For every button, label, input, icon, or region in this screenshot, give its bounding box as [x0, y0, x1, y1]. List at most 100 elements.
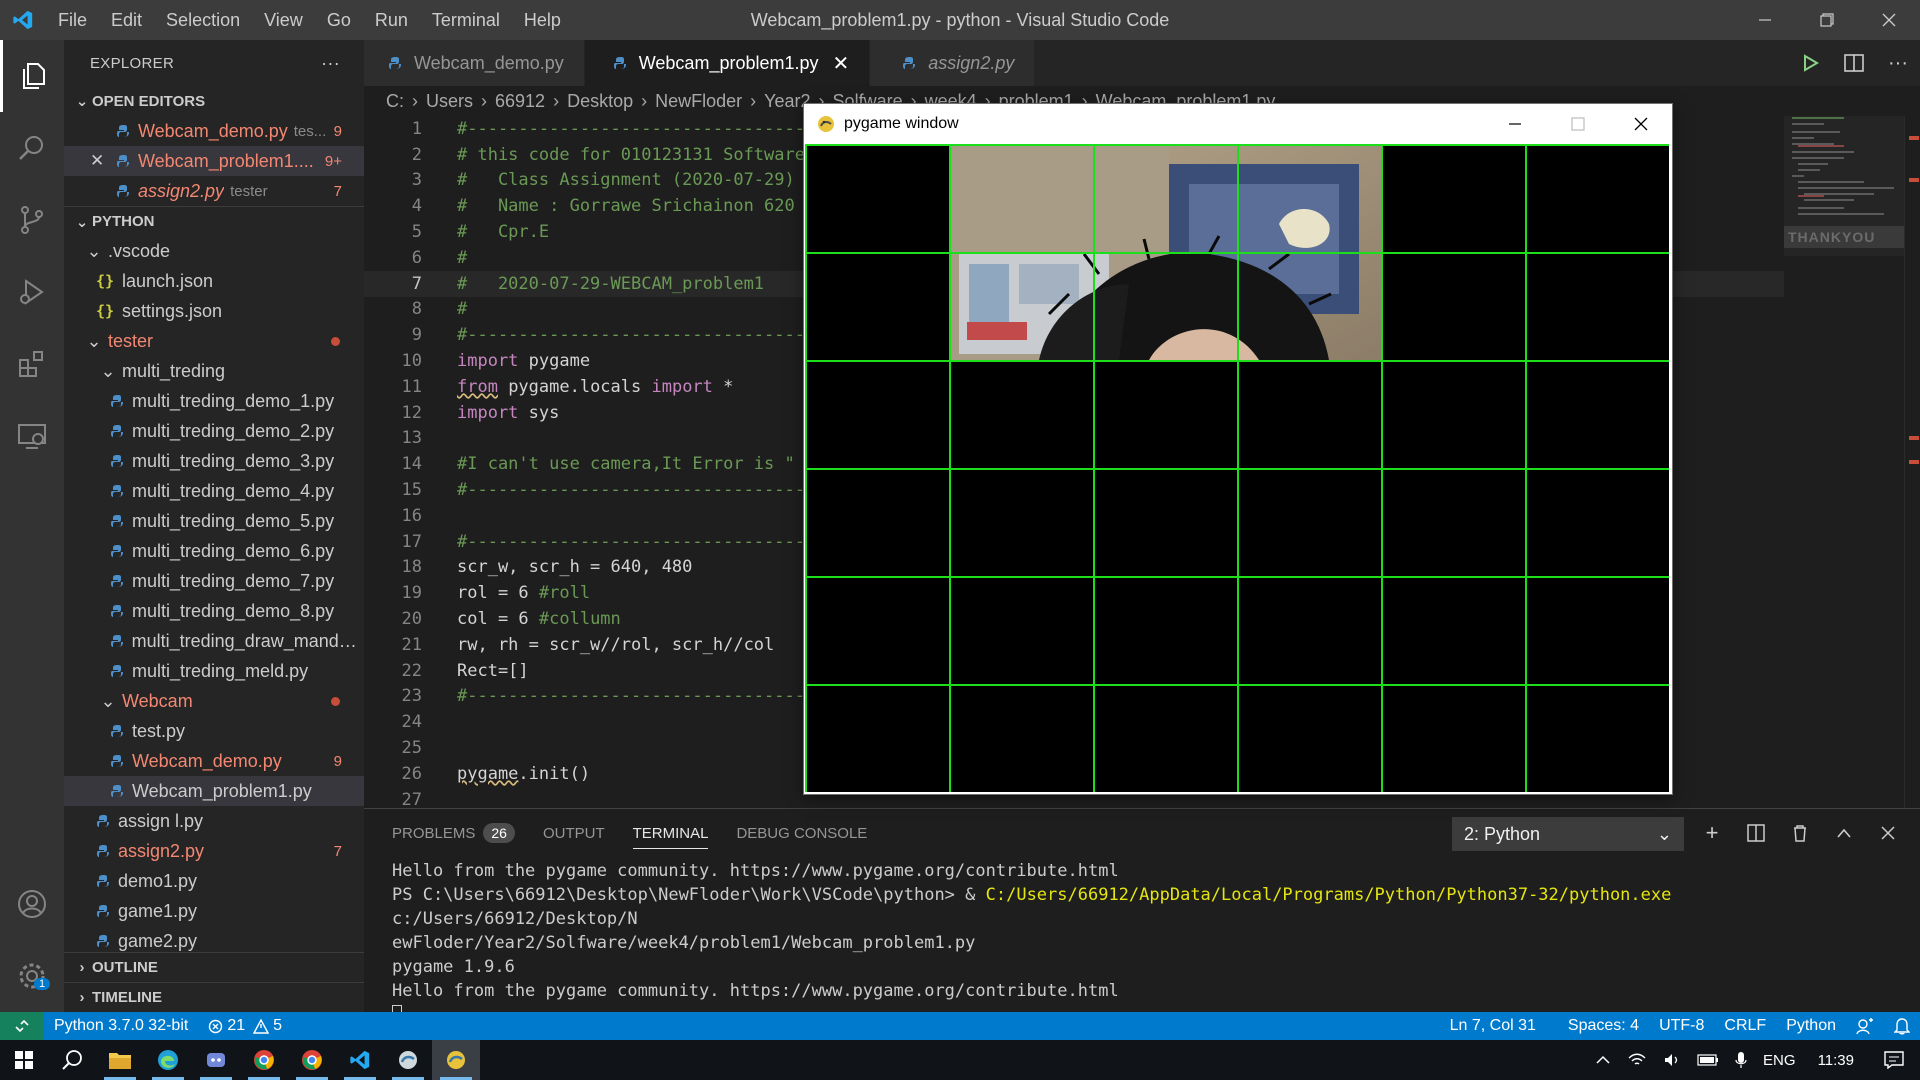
- explorer-icon[interactable]: [0, 40, 64, 112]
- file-demo1[interactable]: demo1.py: [64, 866, 364, 896]
- file-assign1[interactable]: assign l.py: [64, 806, 364, 836]
- open-editor-item[interactable]: assign2.py tester 7: [64, 176, 364, 206]
- menu-run[interactable]: Run: [363, 0, 420, 40]
- indentation[interactable]: Spaces: 4: [1558, 1017, 1649, 1035]
- open-editor-item[interactable]: Webcam_demo.py tes... 9: [64, 116, 364, 146]
- remote-indicator-icon[interactable]: [0, 1012, 44, 1040]
- file-game1[interactable]: game1.py: [64, 896, 364, 926]
- file-item[interactable]: multi_treding_demo_1.py: [64, 386, 364, 416]
- file-test-py[interactable]: test.py: [64, 716, 364, 746]
- search-icon[interactable]: [0, 112, 64, 184]
- file-settings-json[interactable]: {} settings.json: [64, 296, 364, 326]
- folder-multi-treding[interactable]: ⌄ multi_treding: [64, 356, 364, 386]
- folder-vscode[interactable]: ⌄ .vscode: [64, 236, 364, 266]
- pygame-maximize-button[interactable]: [1546, 104, 1609, 144]
- close-window-button[interactable]: [1858, 0, 1920, 40]
- python-taskbar-icon[interactable]: [384, 1040, 432, 1080]
- pygame-canvas[interactable]: [805, 144, 1669, 792]
- volume-icon[interactable]: [1655, 1052, 1689, 1068]
- cursor-position[interactable]: Ln 7, Col 31: [1440, 1017, 1558, 1035]
- remote-explorer-icon[interactable]: [0, 400, 64, 472]
- tab-assign2[interactable]: assign2.py: [870, 40, 1036, 86]
- microphone-icon[interactable]: [1727, 1051, 1755, 1069]
- open-editors-section[interactable]: ⌄ OPEN EDITORS: [64, 86, 364, 116]
- minimize-button[interactable]: [1734, 0, 1796, 40]
- pygame-titlebar[interactable]: pygame window: [804, 104, 1672, 144]
- menu-view[interactable]: View: [252, 0, 315, 40]
- tab-terminal[interactable]: TERMINAL: [632, 809, 708, 857]
- python-interpreter[interactable]: Python 3.7.0 32-bit: [44, 1017, 198, 1035]
- discord-icon[interactable]: [192, 1040, 240, 1080]
- tab-webcam-demo[interactable]: Webcam_demo.py: [364, 40, 585, 86]
- battery-icon[interactable]: [1689, 1054, 1727, 1066]
- tab-problems[interactable]: PROBLEMS 26: [392, 809, 515, 857]
- line-ending[interactable]: CRLF: [1714, 1017, 1776, 1035]
- tab-webcam-problem1[interactable]: Webcam_problem1.py ✕: [584, 40, 871, 86]
- file-item[interactable]: multi_treding_draw_mandel...: [64, 626, 364, 656]
- terminal-output[interactable]: Hello from the pygame community. https:/…: [364, 859, 1920, 1027]
- folder-webcam[interactable]: ⌄ Webcam: [64, 686, 364, 716]
- maximize-panel-icon[interactable]: [1822, 827, 1866, 839]
- menu-edit[interactable]: Edit: [99, 0, 154, 40]
- file-item[interactable]: multi_treding_demo_4.py: [64, 476, 364, 506]
- breadcrumb-item[interactable]: 66912: [495, 91, 545, 112]
- accounts-icon[interactable]: [0, 868, 64, 940]
- network-icon[interactable]: [1619, 1052, 1655, 1068]
- menu-go[interactable]: Go: [315, 0, 363, 40]
- problems-indicator[interactable]: 21 5: [198, 1017, 292, 1035]
- split-editor-icon[interactable]: [1832, 54, 1876, 72]
- minimap[interactable]: THANKYOU: [1784, 109, 1904, 808]
- pygame-window[interactable]: pygame window: [804, 104, 1672, 794]
- restore-button[interactable]: [1796, 0, 1858, 40]
- file-webcam-problem1[interactable]: Webcam_problem1.py: [64, 776, 364, 806]
- editor-scrollbar[interactable]: [1904, 116, 1920, 808]
- python-folder-section[interactable]: ⌄ PYTHON: [64, 206, 364, 236]
- feedback-icon[interactable]: [1846, 1017, 1884, 1035]
- file-assign2[interactable]: assign2.py 7: [64, 836, 364, 866]
- chrome-icon[interactable]: [240, 1040, 288, 1080]
- more-actions-icon[interactable]: ···: [1876, 52, 1920, 75]
- trash-icon[interactable]: [1778, 824, 1822, 842]
- file-item[interactable]: multi_treding_meld.py: [64, 656, 364, 686]
- clock[interactable]: 11:39: [1804, 1052, 1868, 1069]
- file-item[interactable]: multi_treding_demo_6.py: [64, 536, 364, 566]
- settings-gear-icon[interactable]: 1: [0, 940, 64, 1012]
- action-center-icon[interactable]: [1868, 1051, 1920, 1069]
- breadcrumb-item[interactable]: Users: [426, 91, 473, 112]
- pygame-minimize-button[interactable]: [1483, 104, 1546, 144]
- menu-selection[interactable]: Selection: [154, 0, 252, 40]
- new-terminal-icon[interactable]: +: [1690, 820, 1734, 846]
- terminal-select[interactable]: 2: Python ⌄: [1452, 817, 1684, 851]
- menu-file[interactable]: File: [46, 0, 99, 40]
- input-language[interactable]: ENG: [1755, 1052, 1804, 1069]
- file-item[interactable]: multi_treding_demo_7.py: [64, 566, 364, 596]
- file-item[interactable]: multi_treding_demo_5.py: [64, 506, 364, 536]
- close-editor-icon[interactable]: ✕: [90, 151, 112, 171]
- chrome-profile-icon[interactable]: [288, 1040, 336, 1080]
- run-file-icon[interactable]: [1788, 54, 1832, 72]
- close-tab-icon[interactable]: ✕: [833, 51, 850, 76]
- open-editor-item-active[interactable]: ✕ Webcam_problem1.... 9+: [64, 146, 364, 176]
- outline-section[interactable]: › OUTLINE: [64, 952, 364, 982]
- language-mode[interactable]: Python: [1776, 1017, 1846, 1035]
- notifications-bell-icon[interactable]: [1884, 1017, 1920, 1035]
- file-encoding[interactable]: UTF-8: [1649, 1017, 1714, 1035]
- vscode-taskbar-icon[interactable]: [336, 1040, 384, 1080]
- tab-output[interactable]: OUTPUT: [543, 809, 605, 857]
- timeline-section[interactable]: › TIMELINE: [64, 982, 364, 1012]
- pygame-taskbar-icon[interactable]: [432, 1040, 480, 1080]
- menu-terminal[interactable]: Terminal: [420, 0, 512, 40]
- folder-tester[interactable]: ⌄ tester: [64, 326, 364, 356]
- file-item[interactable]: multi_treding_demo_3.py: [64, 446, 364, 476]
- breadcrumb-item[interactable]: C:: [386, 91, 404, 112]
- file-explorer-icon[interactable]: [96, 1040, 144, 1080]
- close-panel-icon[interactable]: [1866, 826, 1910, 840]
- tab-debug-console[interactable]: DEBUG CONSOLE: [736, 809, 867, 857]
- pygame-close-button[interactable]: [1609, 104, 1672, 144]
- menu-help[interactable]: Help: [512, 0, 573, 40]
- extensions-icon[interactable]: [0, 328, 64, 400]
- taskbar-search-icon[interactable]: [48, 1040, 96, 1080]
- tray-overflow-icon[interactable]: [1587, 1055, 1619, 1065]
- source-control-icon[interactable]: [0, 184, 64, 256]
- file-item[interactable]: multi_treding_demo_8.py: [64, 596, 364, 626]
